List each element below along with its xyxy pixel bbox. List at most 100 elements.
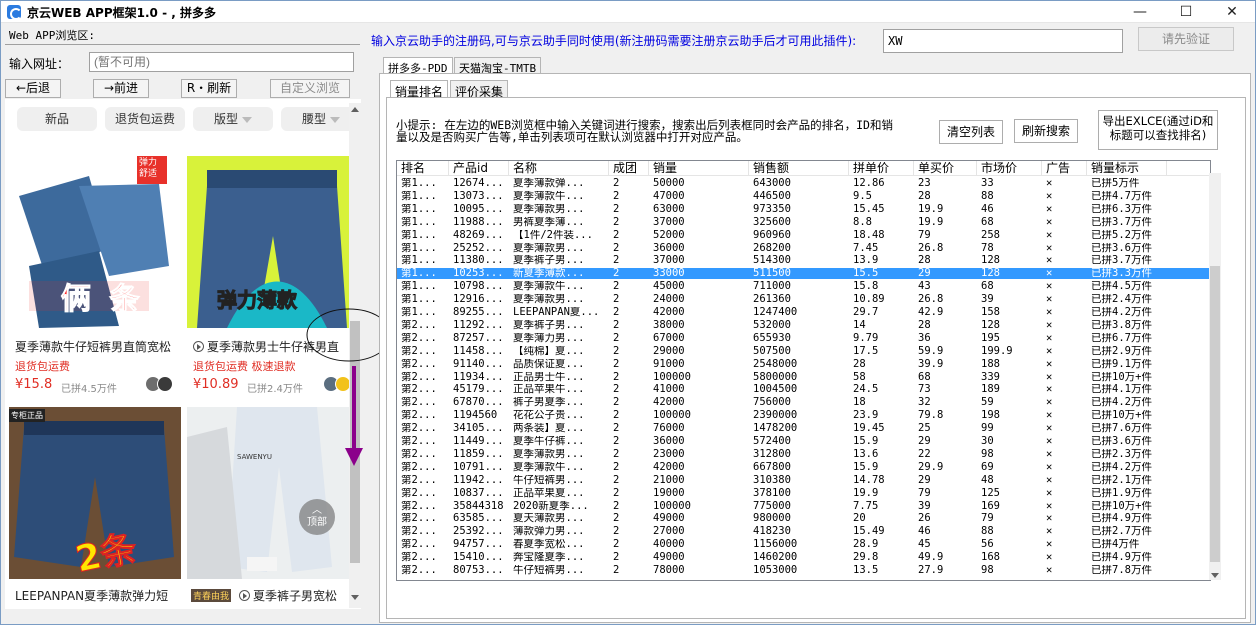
subtab-reviews[interactable]: 评价采集 bbox=[450, 80, 509, 99]
table-row[interactable]: 第2... 80753... 牛仔短裤男... 2 78000 1053000 13.5 27… bbox=[397, 565, 1210, 576]
filter-fit[interactable]: 版型 bbox=[193, 107, 273, 131]
table-row[interactable]: 第1... 13073... 夏季薄款牛... 2 47000 446500 9.5 28 88… bbox=[397, 191, 1210, 202]
table-cell: ✕ bbox=[1046, 513, 1053, 525]
table-row[interactable]: 第2... 91140... 品质保证夏... 2 91000 2548000 28 39.9… bbox=[397, 358, 1210, 370]
scroll-down-arrow-icon[interactable] bbox=[351, 595, 359, 600]
table-row[interactable]: 第1... 11380... 夏季裤子男... 2 37000 514300 13.9 28 1… bbox=[397, 255, 1210, 267]
table-cell: ✕ bbox=[1046, 487, 1053, 499]
table-cell: 第2... bbox=[401, 358, 437, 370]
filter-new[interactable]: 新品 bbox=[17, 107, 97, 131]
table-row[interactable]: 第2... 25392... 薄款弹力男... 2 27000 418230 15.49 46… bbox=[397, 526, 1210, 538]
custom-browse-button[interactable]: 自定义浏览 bbox=[270, 79, 350, 98]
table-cell: 第2... bbox=[401, 539, 437, 551]
table-row[interactable]: 第2... 11292... 夏季裤子男... 2 38000 532000 14 28 128… bbox=[397, 319, 1210, 331]
table-row[interactable]: 第2... 45179... 正品苹果牛... 2 41000 1004500 24.5 73… bbox=[397, 384, 1210, 395]
table-cell: 已拼5.2万件 bbox=[1091, 229, 1152, 241]
table-row[interactable]: 第2... 35844318 2020新夏季... 2 100000 775000 7.75… bbox=[397, 500, 1210, 512]
table-row[interactable]: 第1... 12916... 夏季薄款男... 2 24000 261360 10.89 26… bbox=[397, 294, 1210, 306]
column-header[interactable]: 销量标示 bbox=[1087, 161, 1167, 176]
table-row[interactable]: 第1... 11988... 男裤夏季薄... 2 37000 325600 8.8 19.9… bbox=[397, 216, 1210, 228]
table-cell: 第2... bbox=[401, 448, 437, 460]
maximize-button[interactable]: ☐ bbox=[1163, 1, 1209, 23]
table-row[interactable]: 第2... 11934... 正品男士牛... 2 100000 5800000 58 68 3… bbox=[397, 372, 1210, 383]
table-cell: 13.9 bbox=[853, 255, 879, 267]
column-header[interactable]: 产品id bbox=[449, 161, 509, 176]
column-header[interactable]: 销量 bbox=[649, 161, 749, 176]
table-cell: 2 bbox=[613, 229, 620, 241]
table-row[interactable]: 第2... 63585... 夏天薄款男... 2 49000 980000 20 26 79 ✕… bbox=[397, 513, 1210, 525]
product-card[interactable]: 弹力舒适 俩 条 夏季薄款牛仔短裤男直筒宽松 退货包运费 ¥15.8 已拼4.5… bbox=[9, 156, 181, 396]
product-title: 夏季裤子男宽松 bbox=[239, 587, 359, 604]
table-row[interactable]: 第1... 12674... 夏季薄款弹... 2 50000 643000 12.86 23… bbox=[397, 178, 1210, 189]
table-cell: 11380... bbox=[453, 255, 504, 267]
table-cell: 26 bbox=[918, 513, 931, 525]
scroll-up-arrow-icon[interactable] bbox=[351, 107, 359, 112]
clear-list-button[interactable]: 清空列表 bbox=[939, 120, 1003, 144]
forward-button[interactable]: →前进 bbox=[93, 79, 149, 98]
table-row[interactable]: 第1... 25252... 夏季薄款男... 2 36000 268200 7.45 26.… bbox=[397, 242, 1210, 254]
column-header[interactable]: 市场价 bbox=[977, 161, 1042, 176]
verify-button[interactable]: 请先验证 bbox=[1138, 27, 1234, 51]
subtab-sales-ranking[interactable]: 销量排名 bbox=[390, 80, 449, 99]
table-row[interactable]: 第2... 67870... 裤子男夏季... 2 42000 756000 18 32 59 ✕… bbox=[397, 397, 1210, 408]
table-cell: 夏季薄款弹... bbox=[513, 178, 585, 189]
table-row[interactable]: 第2... 10837... 正品苹果夏... 2 19000 378100 19.9 79 1… bbox=[397, 487, 1210, 499]
minimize-button[interactable]: — bbox=[1117, 1, 1163, 23]
table-cell: ✕ bbox=[1046, 539, 1053, 551]
table-cell: 26.8 bbox=[918, 242, 944, 254]
registration-code-input[interactable] bbox=[883, 29, 1123, 53]
column-header[interactable]: 广告 bbox=[1042, 161, 1087, 176]
table-row[interactable]: 第1... 48269... 【1件/2件装... 2 52000 960960 18.48… bbox=[397, 229, 1210, 241]
table-row[interactable]: 第1... 10253... 新夏季薄款... 2 33000 511500 15.5 29 1… bbox=[397, 268, 1210, 280]
table-cell: 67000 bbox=[653, 332, 685, 344]
table-cell: 514300 bbox=[753, 255, 791, 267]
scrollbar-thumb[interactable] bbox=[1210, 266, 1220, 562]
close-button[interactable]: ✕ bbox=[1209, 1, 1255, 23]
table-row[interactable]: 第2... 34105... 两条装】夏... 2 76000 1478200 19.45 2… bbox=[397, 423, 1210, 434]
table-cell: 2 bbox=[613, 500, 620, 512]
filter-return-shipping[interactable]: 退货包运费 bbox=[105, 107, 185, 131]
column-header[interactable]: 拼单价 bbox=[849, 161, 914, 176]
export-excel-button[interactable]: 导出EXLCE(通过iD和标题可以查找排名) bbox=[1098, 110, 1218, 150]
product-card[interactable]: 专柜正品 2条 LEEPANPAN夏季薄款弹力短 bbox=[9, 407, 181, 607]
table-cell: 37000 bbox=[653, 255, 685, 267]
table-cell: 男裤夏季薄... bbox=[513, 216, 585, 228]
refresh-button[interactable]: R・刷新 bbox=[181, 79, 237, 98]
table-row[interactable]: 第1... 89255... LEEPANPAN夏... 2 42000 1247400 2… bbox=[397, 307, 1210, 318]
table-cell: ✕ bbox=[1046, 294, 1053, 306]
refresh-search-button[interactable]: 刷新搜索 bbox=[1014, 119, 1078, 143]
table-cell: 1194560 bbox=[453, 410, 498, 422]
column-header[interactable]: 成团 bbox=[609, 161, 649, 176]
table-cell: 14 bbox=[853, 319, 866, 331]
table-row[interactable]: 第2... 87257... 夏季薄力男... 2 67000 655930 9.79 36 1… bbox=[397, 332, 1210, 344]
table-cell: 已拼2.7万件 bbox=[1091, 526, 1152, 538]
url-input[interactable] bbox=[89, 52, 354, 72]
column-header[interactable]: 销售额 bbox=[749, 161, 849, 176]
table-row[interactable]: 第2... 11458... 【纯棉】夏... 2 29000 507500 17.5 59.… bbox=[397, 346, 1210, 357]
back-button[interactable]: ←后退 bbox=[5, 79, 61, 98]
table-row[interactable]: 第2... 11859... 夏季薄款男... 2 23000 312800 13.6 22 9… bbox=[397, 448, 1210, 460]
table-row[interactable]: 第1... 10798... 夏季薄款牛... 2 45000 711000 15.8 43 6… bbox=[397, 281, 1210, 292]
table-row[interactable]: 第1... 10095... 夏季薄款男... 2 63000 973350 15.45 19… bbox=[397, 204, 1210, 215]
table-row[interactable]: 第2... 10791... 夏季薄款牛... 2 42000 667800 15.9 29.… bbox=[397, 462, 1210, 473]
column-header[interactable]: 排名 bbox=[397, 161, 449, 176]
table-row[interactable]: 第2... 11449... 夏季牛仔裤... 2 36000 572400 15.9 29 3… bbox=[397, 436, 1210, 447]
play-icon bbox=[239, 590, 250, 601]
table-cell: ✕ bbox=[1046, 565, 1053, 576]
table-cell: 37000 bbox=[653, 216, 685, 228]
table-cell: 18.48 bbox=[853, 229, 885, 241]
table-cell: LEEPANPAN夏... bbox=[513, 307, 600, 318]
product-price: ¥10.89 bbox=[193, 377, 239, 392]
table-row[interactable]: 第2... 11942... 牛仔短裤男... 2 21000 310380 14.78 29… bbox=[397, 475, 1210, 486]
back-to-top-button[interactable]: ︿ 顶部 bbox=[299, 499, 335, 535]
column-header[interactable]: 名称 bbox=[509, 161, 609, 176]
ranking-table[interactable]: 排名 产品id 名称 成团 销量 销售额 拼单价 单买价 市场价 广告 销量标示 第1... 1267… bbox=[396, 160, 1211, 581]
table-row[interactable]: 第2... 1194560 花花公子贵... 2 100000 2390000 23.9 79… bbox=[397, 410, 1210, 422]
table-row[interactable]: 第2... 94757... 春夏季宽松... 2 40000 1156000 28.9 45… bbox=[397, 539, 1210, 551]
table-cell: 30 bbox=[981, 436, 994, 447]
table-scrollbar[interactable] bbox=[1209, 173, 1221, 580]
table-cell: 325600 bbox=[753, 216, 791, 228]
column-header[interactable]: 单买价 bbox=[914, 161, 977, 176]
table-row[interactable]: 第2... 15410... 奔宝隆夏季... 2 49000 1460200 29.8 49… bbox=[397, 552, 1210, 563]
scroll-down-arrow-icon[interactable] bbox=[1211, 573, 1219, 578]
